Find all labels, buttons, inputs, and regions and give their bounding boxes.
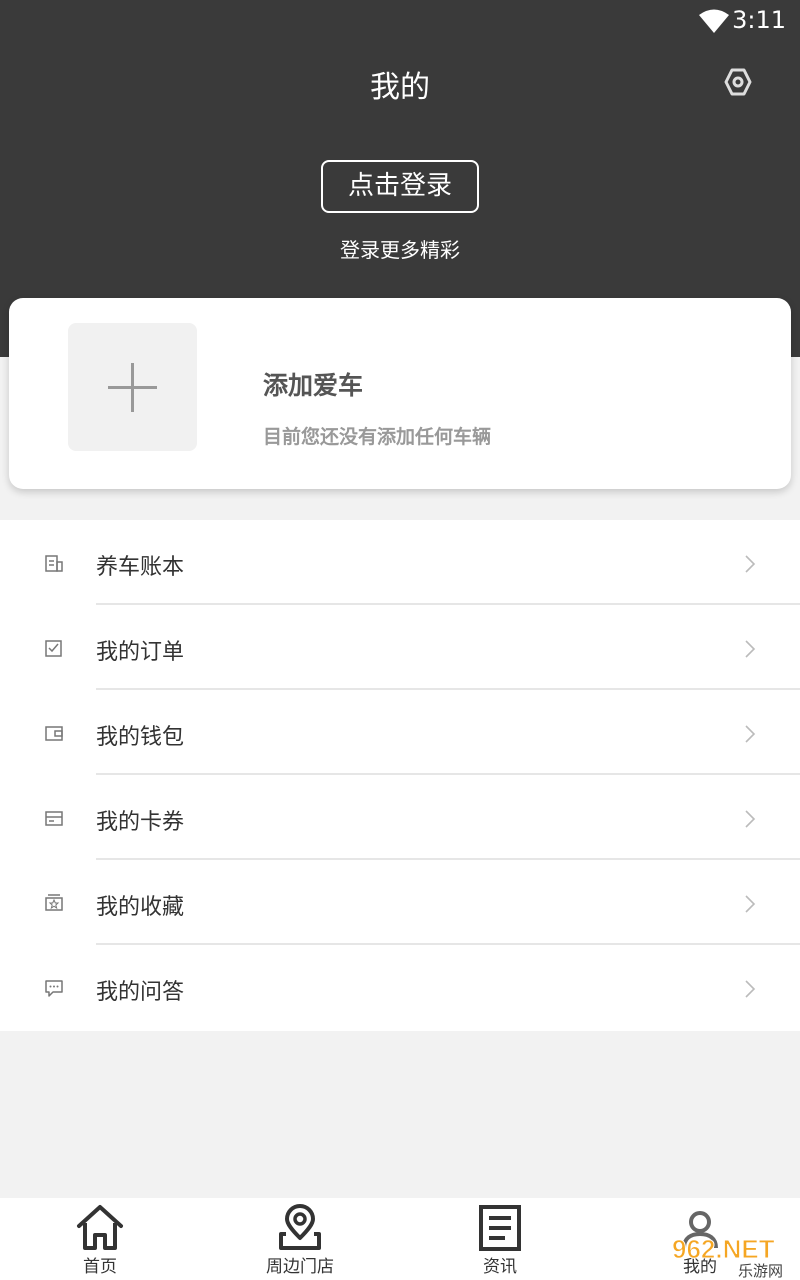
chevron-right-icon — [745, 810, 756, 828]
status-bar: 3:11 — [0, 0, 800, 42]
add-car-card[interactable]: 添加爱车 目前您还没有添加任何车辆 — [9, 298, 791, 489]
chevron-right-icon — [745, 895, 756, 913]
tab-label: 资讯 — [483, 1257, 517, 1277]
ledger-icon — [45, 555, 63, 572]
menu-item-label: 养车账本 — [96, 555, 185, 580]
menu-item-my-coupons[interactable]: 我的卡券 — [0, 775, 800, 860]
chevron-right-icon — [745, 555, 756, 573]
profile-menu: 养车账本 我的订单 我的钱包 我的卡券 我的收藏 我的问答 — [0, 520, 800, 1031]
tab-label: 首页 — [83, 1257, 117, 1277]
login-subtitle: 登录更多精彩 — [340, 238, 460, 262]
favorite-icon — [45, 894, 63, 911]
add-car-title: 添加爱车 — [263, 371, 364, 400]
tab-label: 周边门店 — [266, 1257, 334, 1277]
order-icon — [45, 640, 62, 657]
chevron-right-icon — [745, 980, 756, 998]
login-button[interactable]: 点击登录 — [321, 160, 479, 213]
svg-text:乐游网: 乐游网 — [738, 1262, 783, 1280]
menu-item-my-qa[interactable]: 我的问答 — [0, 945, 800, 1030]
menu-item-car-ledger[interactable]: 养车账本 — [0, 520, 800, 605]
menu-item-label: 我的收藏 — [96, 895, 185, 920]
tab-news[interactable]: 资讯 — [400, 1198, 600, 1280]
wallet-icon — [45, 726, 63, 741]
tab-nearby-stores[interactable]: 周边门店 — [200, 1198, 400, 1280]
menu-item-my-orders[interactable]: 我的订单 — [0, 605, 800, 690]
add-car-button[interactable] — [68, 323, 197, 451]
watermark-logo: 962.NET 乐游网 — [672, 1234, 784, 1280]
chevron-right-icon — [745, 640, 756, 658]
coupon-icon — [45, 811, 63, 826]
svg-text:962.NET: 962.NET — [672, 1234, 775, 1264]
settings-gear-icon[interactable] — [720, 64, 756, 100]
menu-item-label: 我的卡券 — [96, 810, 185, 835]
menu-item-label: 我的订单 — [96, 640, 185, 665]
add-car-subtitle: 目前您还没有添加任何车辆 — [263, 426, 492, 448]
location-icon — [279, 1204, 321, 1250]
page-title: 我的 — [370, 70, 430, 105]
qa-icon — [45, 980, 63, 997]
chevron-right-icon — [745, 725, 756, 743]
status-time: 3:11 — [732, 6, 786, 34]
menu-item-my-favorites[interactable]: 我的收藏 — [0, 860, 800, 945]
home-icon — [77, 1205, 123, 1250]
tab-home[interactable]: 首页 — [0, 1198, 200, 1280]
menu-item-label: 我的问答 — [96, 980, 185, 1005]
menu-item-label: 我的钱包 — [96, 725, 185, 750]
menu-item-my-wallet[interactable]: 我的钱包 — [0, 690, 800, 775]
news-icon — [479, 1205, 521, 1251]
wifi-icon — [699, 9, 729, 33]
